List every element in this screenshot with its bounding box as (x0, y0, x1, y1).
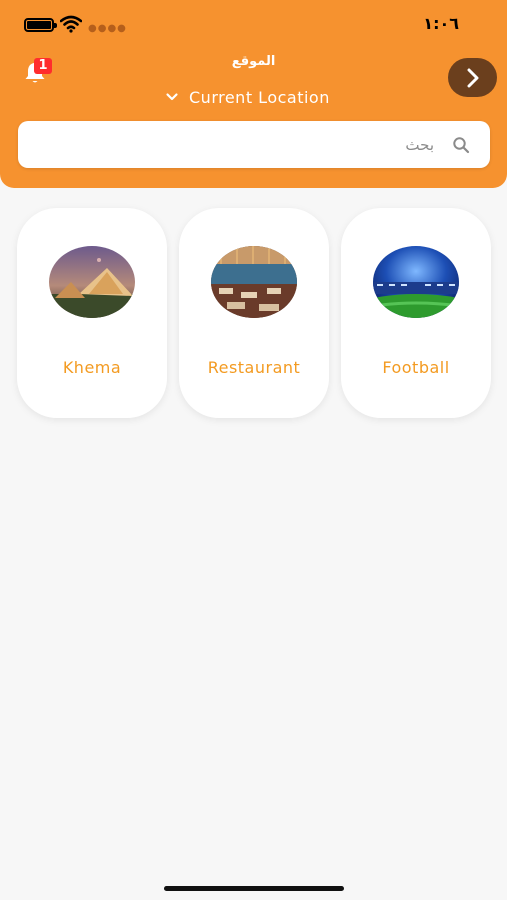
category-list: Khema Restaurant Football (0, 208, 507, 420)
football-image (373, 246, 459, 318)
category-label-khema: Khema (62, 358, 122, 377)
khema-image (49, 246, 135, 318)
status-time: ١:٠٦ (423, 14, 459, 33)
category-label-football: Football (382, 358, 450, 377)
search-icon[interactable] (452, 136, 470, 154)
location-selector[interactable]: Current Location (165, 86, 330, 108)
battery-icon (24, 18, 57, 32)
search-input[interactable] (54, 121, 434, 168)
chevron-down-icon (166, 93, 178, 101)
signal-indicator: ●●●● (88, 23, 127, 34)
home-indicator[interactable] (164, 886, 344, 891)
category-card-restaurant[interactable]: Restaurant (179, 208, 329, 418)
status-bar: ●●●● ١:٠٦ (0, 0, 507, 46)
location-label: الموقع (231, 54, 276, 69)
category-card-khema[interactable]: Khema (17, 208, 167, 418)
location-value: Current Location (189, 87, 330, 107)
app-header: ●●●● ١:٠٦ 1 الموقع Current Location (0, 0, 507, 188)
restaurant-image (211, 246, 297, 318)
forward-button[interactable] (448, 58, 497, 97)
category-card-football[interactable]: Football (341, 208, 491, 418)
chevron-right-icon (467, 68, 478, 87)
category-label-restaurant: Restaurant (207, 358, 301, 377)
wifi-icon (60, 15, 82, 33)
search-bar[interactable] (18, 121, 490, 168)
